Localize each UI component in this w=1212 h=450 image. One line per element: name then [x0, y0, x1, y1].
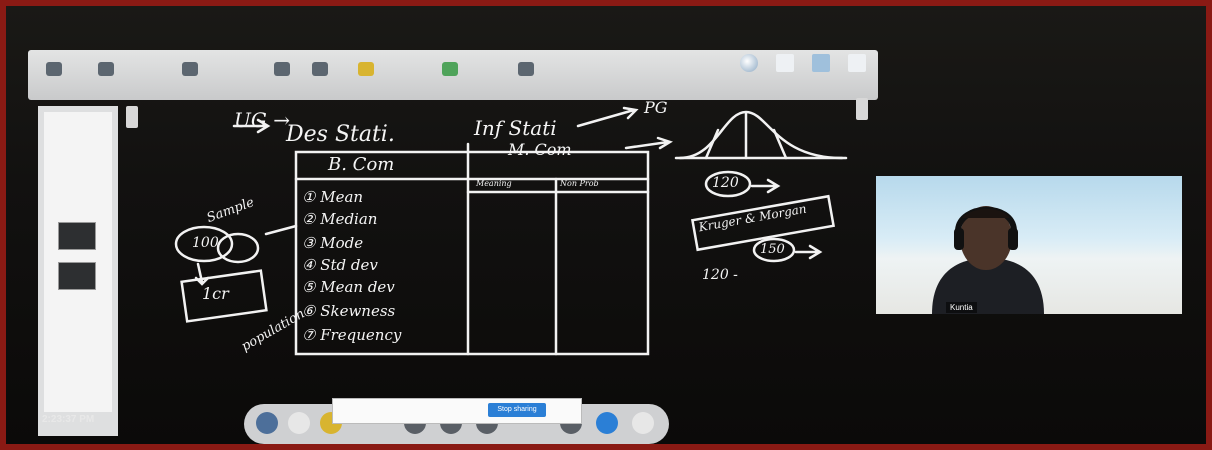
circle-120-text: 120 — [712, 175, 739, 191]
table-row: ⑥ Skewness — [302, 302, 396, 320]
inf-stat-label: Inf Stati — [474, 116, 557, 140]
webcam-person — [932, 206, 1044, 314]
globe-icon — [740, 54, 758, 72]
pen-tool-button[interactable] — [256, 412, 278, 434]
sample-circle-inner — [216, 232, 260, 264]
select-icon — [518, 62, 534, 76]
pg-label: PG — [644, 98, 668, 117]
table-row: ④ Std dev — [302, 256, 378, 274]
webcam-video — [876, 176, 1182, 314]
table-col2-sub2: Non Prob — [560, 179, 599, 188]
toolbar-window-button[interactable] — [770, 54, 800, 86]
toolbar-line-tool[interactable] — [168, 56, 212, 94]
app-toolbar — [28, 50, 878, 100]
eraser-icon — [98, 62, 114, 76]
toolbar-share-button[interactable] — [842, 54, 872, 86]
sample-link — [264, 224, 298, 236]
toolbar-right-group — [734, 54, 872, 86]
screen-photo: 2:23:37 PM UG → Des Stati. Inf Stati PG … — [6, 6, 1206, 444]
page-thumbnail-panel — [38, 106, 118, 436]
toolbar-highlighter-tool[interactable] — [344, 56, 388, 94]
screen-icon — [812, 54, 830, 72]
page-thumbnail[interactable] — [58, 262, 96, 290]
whiteboard-canvas[interactable]: UG → Des Stati. Inf Stati PG B. Com M. C… — [146, 100, 866, 404]
thumbnail-list — [44, 112, 112, 412]
sample-value: 100 — [192, 235, 219, 251]
table-row: ③ Mode — [302, 234, 364, 252]
table-col1-header: B. Com — [328, 154, 395, 175]
bell-tail-left — [704, 128, 720, 160]
share-icon — [848, 54, 866, 72]
eraser-tool-button[interactable] — [288, 412, 310, 434]
clock-readout: 2:23:37 PM — [42, 414, 95, 425]
table-row: ⑤ Mean dev — [302, 278, 395, 296]
mcom-arrow — [624, 136, 673, 150]
webcam-name-tag: Kuntia — [946, 302, 977, 313]
window-icon — [776, 54, 794, 72]
sample-arrow — [194, 262, 210, 286]
toolbar-insert-tool[interactable] — [428, 56, 472, 94]
highlighter-icon — [358, 62, 374, 76]
menu-button[interactable] — [632, 412, 654, 434]
ug-label: UG → — [234, 108, 290, 132]
table-col2-header: M. Com — [508, 140, 572, 159]
table-col2-sub1: Meaning — [476, 179, 512, 188]
line-icon — [182, 62, 198, 76]
screen-share-button[interactable] — [596, 412, 618, 434]
scroll-handle-left[interactable] — [126, 106, 138, 128]
bell-tail-right — [772, 128, 788, 160]
circle-150-text: 150 — [760, 242, 785, 257]
page-thumbnail[interactable] — [58, 222, 96, 250]
image-icon — [312, 62, 328, 76]
pg-arrow — [576, 106, 639, 128]
table-row: ⑦ Frequency — [302, 326, 402, 344]
pen-icon — [46, 62, 62, 76]
circle-120-arrow — [750, 178, 781, 194]
table-row: ① Mean — [302, 188, 364, 206]
toolbar-screen-button[interactable] — [806, 54, 836, 86]
table-row: ② Median — [302, 210, 378, 228]
insert-icon — [442, 62, 458, 76]
bell-curve — [678, 110, 844, 160]
population-value: 1cr — [202, 284, 229, 303]
toolbar-globe-button[interactable] — [734, 54, 764, 86]
circle-150-arrow — [794, 244, 823, 260]
toolbar-eraser-tool[interactable] — [84, 56, 128, 94]
toolbar-pen-tool[interactable] — [32, 56, 76, 94]
stop-sharing-button[interactable]: Stop sharing — [488, 403, 546, 417]
toolbar-select-tool[interactable] — [504, 56, 548, 94]
toolbar-image-tool[interactable] — [298, 56, 342, 94]
des-stat-label: Des Stati. — [286, 122, 395, 147]
range-prefix: 120 - — [702, 267, 738, 283]
shape-icon — [274, 62, 290, 76]
whiteboard-ink — [174, 106, 848, 356]
